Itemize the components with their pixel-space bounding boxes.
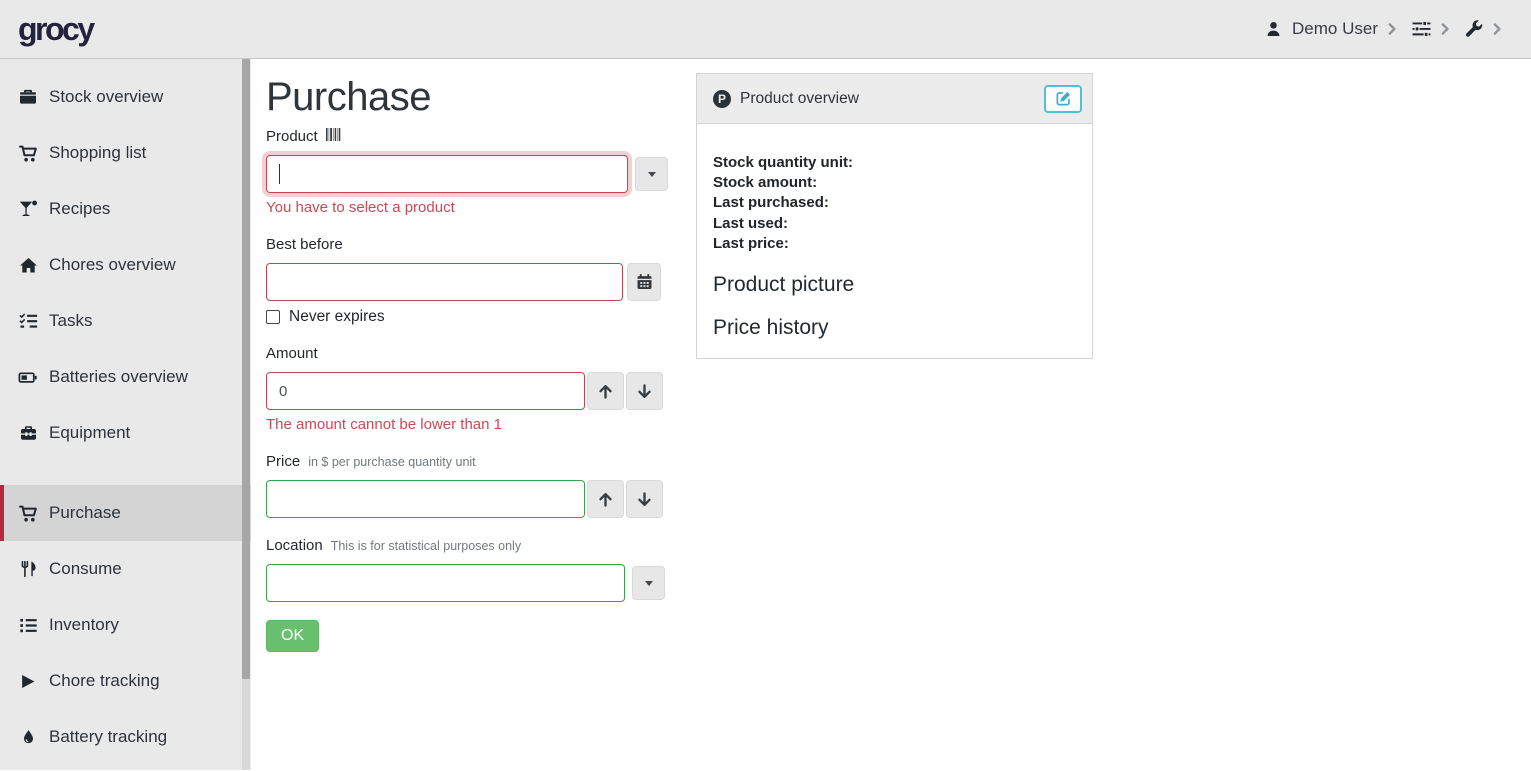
price-input[interactable] bbox=[266, 480, 585, 518]
edit-product-button[interactable] bbox=[1044, 85, 1082, 113]
battery-icon bbox=[18, 369, 38, 386]
barcode-icon bbox=[326, 128, 341, 141]
never-expires-label: Never expires bbox=[289, 308, 385, 326]
toolbox-icon bbox=[18, 424, 38, 442]
arrow-up-icon bbox=[597, 383, 614, 400]
product-overview-card: P Product overview Stock quantity unit:S… bbox=[696, 73, 1093, 359]
sidebar-item-tasks[interactable]: Tasks bbox=[0, 293, 251, 349]
location-group: Location This is for statistical purpose… bbox=[266, 537, 665, 602]
calendar-icon bbox=[636, 273, 653, 291]
sidebar-item-purchase[interactable]: Purchase bbox=[0, 485, 251, 541]
utensils-icon bbox=[18, 560, 38, 578]
caret-down-icon bbox=[648, 172, 656, 177]
price-increment-button[interactable] bbox=[587, 480, 624, 518]
product-label: Product bbox=[266, 128, 318, 145]
amount-input[interactable] bbox=[266, 372, 585, 410]
overview-section-heading: Product picture bbox=[713, 273, 1076, 297]
best-before-group: Best before Never expires bbox=[266, 236, 665, 326]
location-label: Location bbox=[266, 537, 323, 554]
arrow-up-icon bbox=[597, 491, 614, 508]
admin-menu[interactable] bbox=[1465, 20, 1501, 38]
text-cursor bbox=[279, 164, 280, 184]
price-hint: in $ per purchase quantity unit bbox=[308, 455, 475, 469]
topbar-menu: Demo User bbox=[1265, 19, 1501, 39]
user-menu[interactable]: Demo User bbox=[1265, 19, 1396, 39]
chevron-right-icon bbox=[1441, 23, 1449, 35]
home-icon bbox=[18, 257, 38, 274]
amount-decrement-button[interactable] bbox=[626, 372, 663, 410]
best-before-input[interactable] bbox=[266, 263, 623, 301]
product-dropdown-button[interactable] bbox=[635, 157, 668, 191]
user-icon bbox=[1265, 20, 1282, 38]
product-overview-header: P Product overview bbox=[697, 74, 1092, 124]
user-menu-label: Demo User bbox=[1292, 19, 1378, 39]
calendar-button[interactable] bbox=[627, 263, 661, 301]
purchase-form: Purchase Product bbox=[266, 73, 665, 652]
sliders-icon bbox=[1412, 20, 1431, 38]
never-expires-checkbox[interactable] bbox=[266, 310, 280, 324]
box-icon bbox=[18, 88, 38, 106]
amount-label: Amount bbox=[266, 345, 318, 362]
app-logo[interactable]: grocy bbox=[18, 11, 93, 48]
price-decrement-button[interactable] bbox=[626, 480, 663, 518]
sidebar-item-consume[interactable]: Consume bbox=[0, 541, 251, 597]
never-expires-row: Never expires bbox=[266, 308, 665, 326]
location-dropdown-button[interactable] bbox=[632, 566, 665, 600]
sidebar-nav: Stock overview Shopping list Recipes Cho… bbox=[0, 69, 251, 765]
overview-field: Last used: bbox=[713, 214, 1076, 234]
amount-error: The amount cannot be lower than 1 bbox=[266, 416, 665, 433]
topbar: grocy Demo User bbox=[0, 0, 1531, 59]
sidebar-item-shopping-list[interactable]: Shopping list bbox=[0, 125, 251, 181]
chevron-right-icon bbox=[1388, 23, 1396, 35]
sidebar-item-equipment[interactable]: Equipment bbox=[0, 405, 251, 461]
caret-down-icon bbox=[645, 581, 653, 586]
list-icon bbox=[18, 617, 38, 634]
page-title: Purchase bbox=[266, 75, 665, 120]
ok-button[interactable]: OK bbox=[266, 620, 319, 652]
location-input[interactable] bbox=[266, 564, 625, 602]
best-before-label: Best before bbox=[266, 236, 343, 253]
tasks-icon bbox=[18, 313, 38, 330]
overview-field: Stock quantity unit: bbox=[713, 153, 1076, 173]
product-overview-headings: Product picture Price history bbox=[713, 273, 1076, 340]
location-hint: This is for statistical purposes only bbox=[331, 539, 521, 553]
sidebar-item-battery-tracking[interactable]: Battery tracking bbox=[0, 709, 251, 765]
wrench-icon bbox=[1465, 20, 1483, 38]
sidebar-item-chore-tracking[interactable]: Chore tracking bbox=[0, 653, 251, 709]
chevron-right-icon bbox=[1493, 23, 1501, 35]
arrow-down-icon bbox=[636, 383, 653, 400]
sidebar-item-chores-overview[interactable]: Chores overview bbox=[0, 237, 251, 293]
product-hunt-icon: P bbox=[713, 90, 731, 108]
product-overview-body: Stock quantity unit:Stock amount:Last pu… bbox=[697, 124, 1092, 358]
settings-menu[interactable] bbox=[1412, 20, 1449, 38]
cocktail-icon bbox=[18, 200, 38, 218]
sidebar-item-stock-overview[interactable]: Stock overview bbox=[0, 69, 251, 125]
sidebar-item-batteries-overview[interactable]: Batteries overview bbox=[0, 349, 251, 405]
droplet-icon bbox=[18, 728, 38, 746]
sidebar-scrollbar-thumb[interactable] bbox=[242, 59, 250, 679]
edit-icon bbox=[1055, 90, 1072, 107]
product-error: You have to select a product bbox=[266, 199, 665, 216]
product-input[interactable] bbox=[266, 155, 628, 193]
price-label: Price bbox=[266, 453, 300, 470]
product-group: Product You have to select a product bbox=[266, 128, 665, 216]
arrow-down-icon bbox=[636, 491, 653, 508]
price-group: Price in $ per purchase quantity unit bbox=[266, 453, 665, 518]
cart-icon bbox=[18, 505, 38, 522]
main-content: Purchase Product bbox=[251, 59, 1531, 770]
product-overview-title: Product overview bbox=[740, 90, 859, 108]
sidebar: Stock overview Shopping list Recipes Cho… bbox=[0, 59, 251, 770]
overview-section-heading: Price history bbox=[713, 316, 1076, 340]
overview-field: Last purchased: bbox=[713, 193, 1076, 213]
sidebar-item-inventory[interactable]: Inventory bbox=[0, 597, 251, 653]
sidebar-item-recipes[interactable]: Recipes bbox=[0, 181, 251, 237]
play-icon bbox=[18, 673, 38, 690]
product-overview-fields: Stock quantity unit:Stock amount:Last pu… bbox=[713, 153, 1076, 254]
amount-increment-button[interactable] bbox=[587, 372, 624, 410]
cart-icon bbox=[18, 145, 38, 162]
overview-field: Last price: bbox=[713, 234, 1076, 254]
amount-group: Amount The amount cannot be bbox=[266, 345, 665, 433]
overview-field: Stock amount: bbox=[713, 173, 1076, 193]
